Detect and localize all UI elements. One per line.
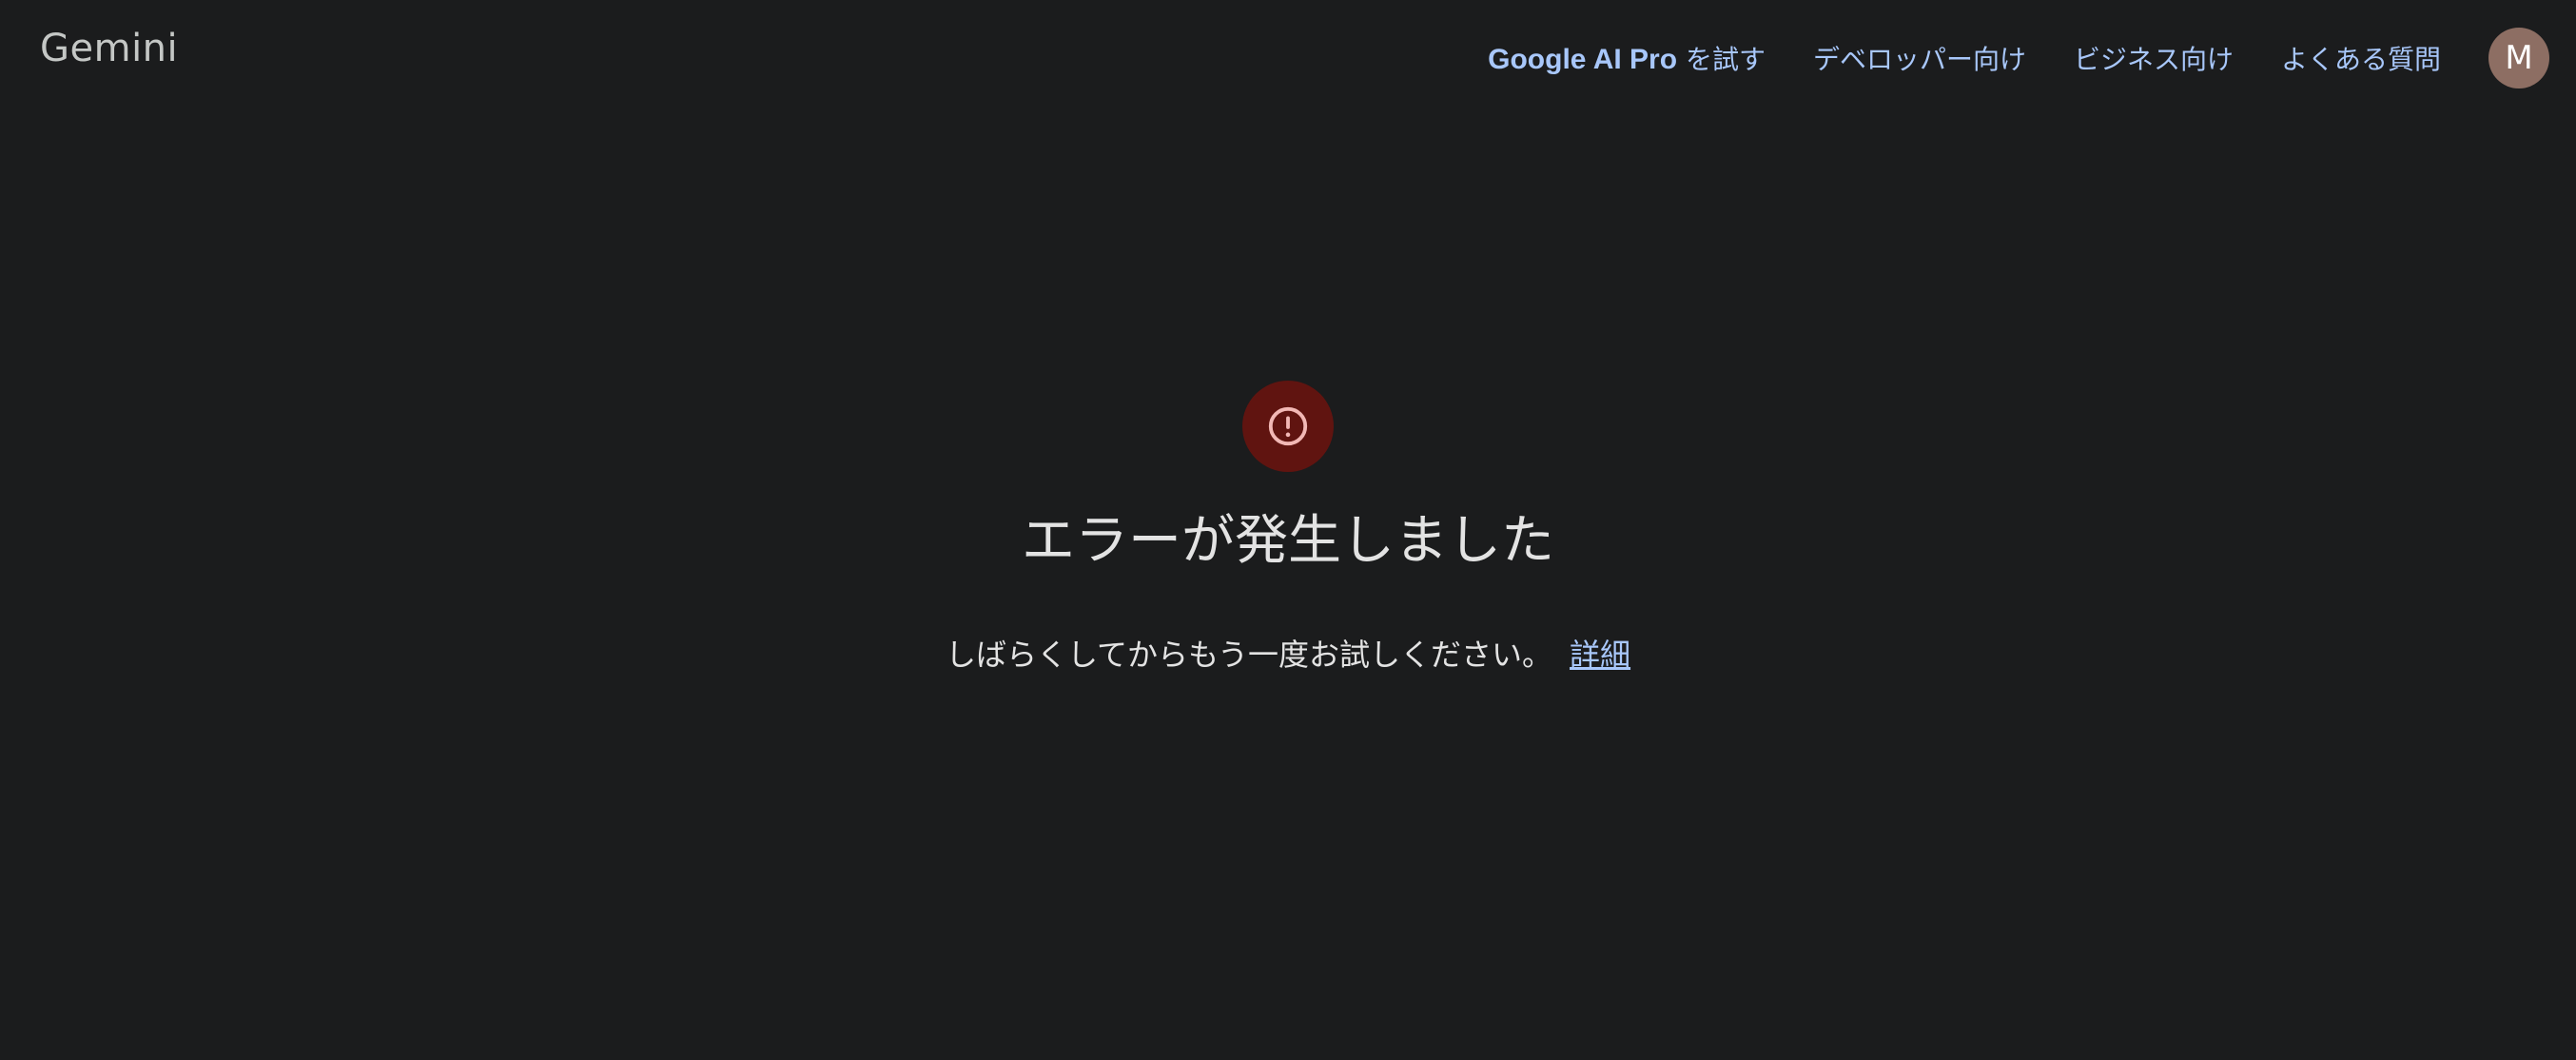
faq-link[interactable]: よくある質問 xyxy=(2281,39,2441,77)
try-google-ai-pro-link[interactable]: Google AI Pro を試す xyxy=(1488,39,1766,77)
top-bar: Gemini Google AI Pro を試す デベロッパー向け ビジネス向け… xyxy=(0,0,2576,114)
error-circle-icon xyxy=(1268,406,1308,446)
gemini-logo[interactable]: Gemini xyxy=(40,27,178,70)
error-title: エラーが発生しました xyxy=(1022,510,1554,572)
avatar-initial: M xyxy=(2505,39,2533,77)
error-panel: エラーが発生しました しばらくしてからもう一度お試しください。 詳細 xyxy=(0,381,2576,674)
top-nav: Google AI Pro を試す デベロッパー向け ビジネス向け よくある質問… xyxy=(1488,28,2549,88)
error-badge xyxy=(1242,381,1334,472)
developers-link[interactable]: デベロッパー向け xyxy=(1813,39,2026,77)
details-link[interactable]: 詳細 xyxy=(1570,637,1630,673)
pro-suffix-text: を試す xyxy=(1677,44,1766,75)
error-message-row: しばらくしてからもう一度お試しください。 詳細 xyxy=(0,636,2576,674)
app-root: Gemini Google AI Pro を試す デベロッパー向け ビジネス向け… xyxy=(0,0,2576,1060)
business-link[interactable]: ビジネス向け xyxy=(2074,39,2234,77)
pro-brand-text: Google AI Pro xyxy=(1488,44,1678,75)
error-message: しばらくしてからもう一度お試しください。 xyxy=(945,637,1553,673)
account-avatar[interactable]: M xyxy=(2488,28,2549,88)
